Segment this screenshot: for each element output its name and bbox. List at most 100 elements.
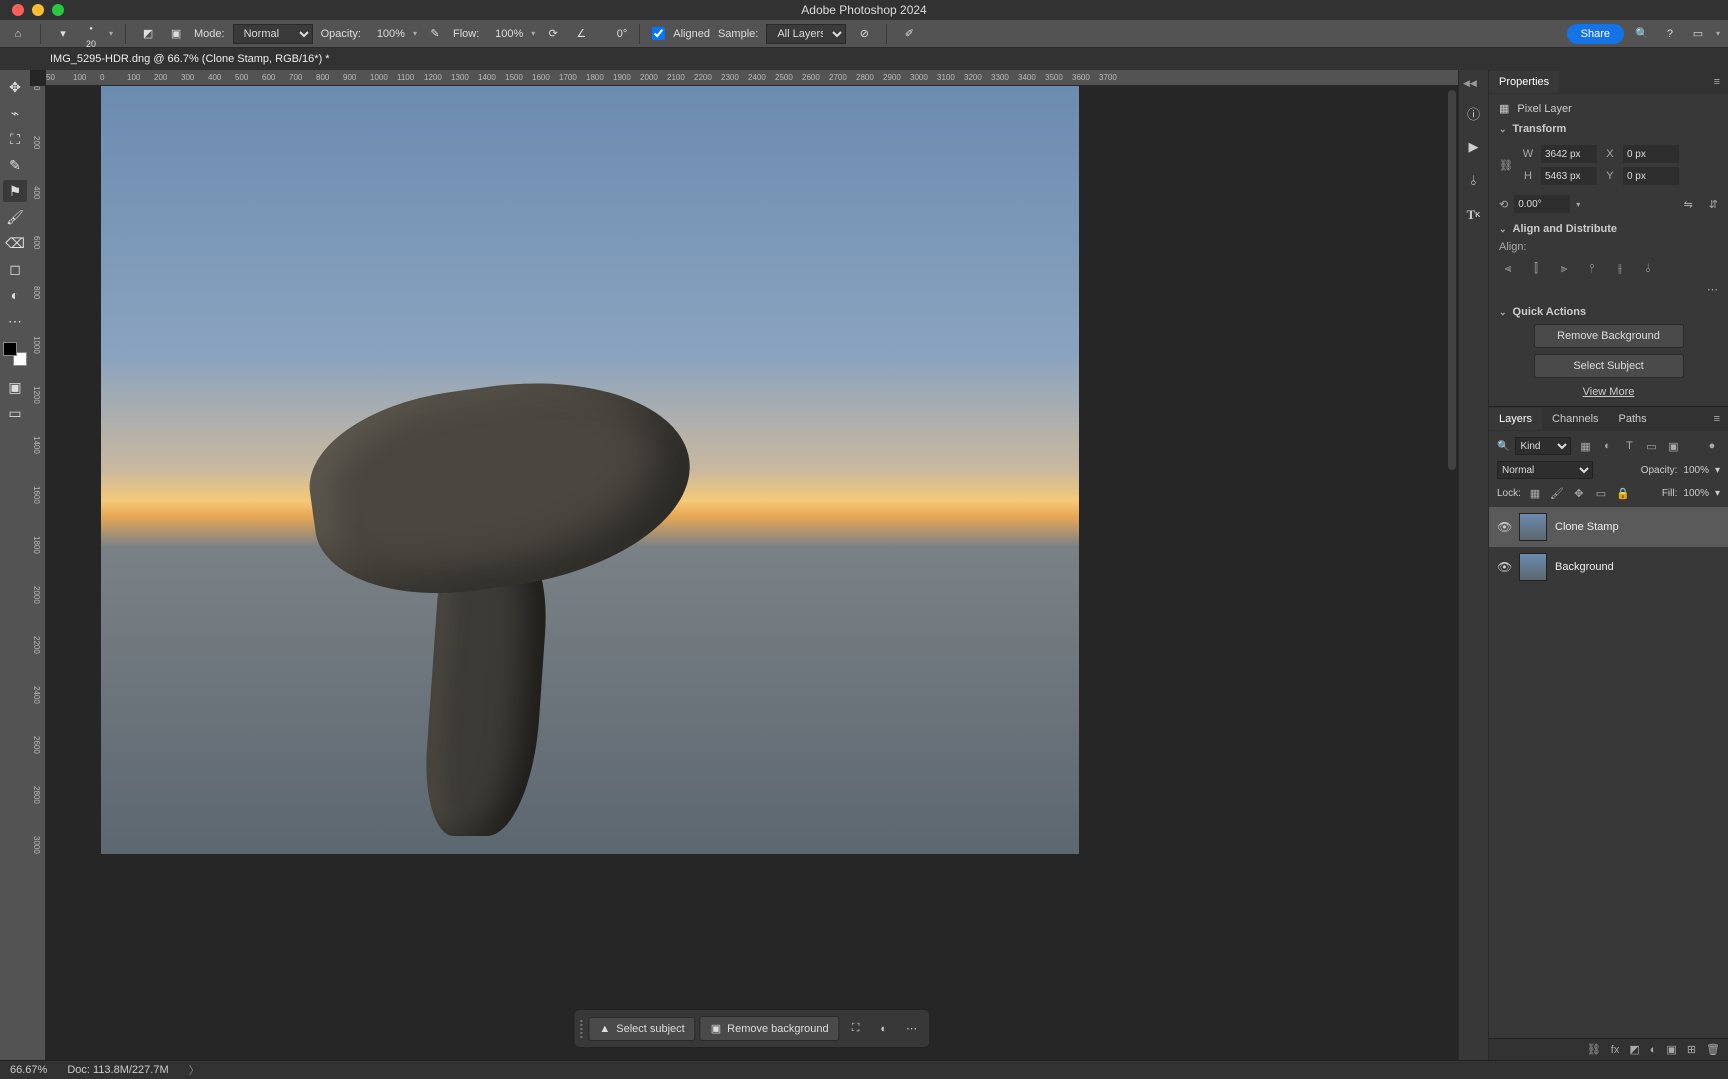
new-layer-icon[interactable]: ⊞ — [1687, 1043, 1696, 1056]
properties-menu-icon[interactable]: ≡ — [1706, 76, 1728, 88]
quickmask-icon[interactable]: ▣ — [3, 376, 27, 398]
filter-pixel-icon[interactable]: ▦ — [1577, 438, 1593, 454]
doc-size[interactable]: Doc: 113.8M/227.7M — [67, 1064, 168, 1076]
vertical-ruler[interactable]: 0200400600800100012001400160018002000220… — [30, 86, 46, 1060]
zoom-level[interactable]: 66.67% — [10, 1064, 47, 1076]
gradient-tool-icon[interactable]: ◐ — [3, 284, 27, 306]
adjustments-panel-icon[interactable]: ⫰ — [1464, 171, 1484, 191]
opacity-chevron-icon[interactable]: ▾ — [413, 29, 417, 38]
layer-mask-icon[interactable]: ◩ — [1629, 1043, 1639, 1056]
layer-blend-select[interactable]: Normal — [1497, 461, 1593, 479]
layers-menu-icon[interactable]: ≡ — [1706, 413, 1728, 425]
marquee-tool-icon[interactable]: ◻ — [3, 258, 27, 280]
move-tool-icon[interactable]: ✥ — [3, 76, 27, 98]
flow-input[interactable] — [487, 28, 523, 40]
new-group-icon[interactable]: ▣ — [1666, 1043, 1676, 1056]
layer-name[interactable]: Background — [1555, 561, 1614, 573]
align-bottom-icon[interactable]: ⫰ — [1639, 259, 1657, 277]
filter-smart-icon[interactable]: ▣ — [1665, 438, 1681, 454]
transform-section-header[interactable]: ⌄Transform — [1499, 123, 1718, 135]
flip-horizontal-icon[interactable]: ⇋ — [1684, 198, 1693, 211]
blend-mode-select[interactable]: Normal — [233, 24, 313, 44]
tab-paths[interactable]: Paths — [1609, 408, 1657, 430]
lock-pixels-icon[interactable]: 🖌 — [1549, 485, 1565, 501]
width-input[interactable] — [1541, 145, 1597, 163]
drag-handle-icon[interactable] — [580, 1020, 584, 1038]
height-input[interactable] — [1541, 167, 1597, 185]
angle-input[interactable] — [599, 28, 627, 40]
filter-adjust-icon[interactable]: ◐ — [1599, 438, 1615, 454]
brush-picker-chevron-icon[interactable]: ▾ — [109, 29, 113, 38]
view-more-link[interactable]: View More — [1499, 386, 1718, 398]
layer-thumbnail[interactable] — [1519, 513, 1547, 541]
remove-background-button[interactable]: ▣Remove background — [700, 1016, 840, 1041]
align-right-icon[interactable]: ⫸ — [1555, 259, 1573, 277]
help-icon[interactable]: ? — [1660, 24, 1680, 44]
link-wh-icon[interactable]: ⛓ — [1499, 159, 1513, 172]
layer-thumbnail[interactable] — [1519, 553, 1547, 581]
layer-row[interactable]: 👁 Background — [1489, 547, 1728, 587]
align-left-icon[interactable]: ⫷ — [1499, 259, 1517, 277]
document-tab[interactable]: IMG_5295-HDR.dng @ 66.7% (Clone Stamp, R… — [40, 49, 340, 69]
lock-position-icon[interactable]: ✥ — [1571, 485, 1587, 501]
brush-preview-icon[interactable]: ● — [81, 19, 101, 39]
select-subject-button[interactable]: ▲Select subject — [588, 1017, 695, 1041]
angle-icon[interactable]: ∠ — [571, 24, 591, 44]
visibility-icon[interactable]: 👁 — [1497, 520, 1511, 534]
new-adjustment-icon[interactable]: ◐ — [1650, 1044, 1657, 1056]
lasso-tool-icon[interactable]: ⌁ — [3, 102, 27, 124]
flow-chevron-icon[interactable]: ▾ — [531, 29, 535, 38]
foreground-color-icon[interactable] — [3, 342, 17, 356]
brush-tool-icon[interactable]: 🖌 — [3, 206, 27, 228]
filter-type-icon[interactable]: T — [1621, 438, 1637, 454]
clone-stamp-tool-icon[interactable]: ⚑ — [3, 180, 27, 202]
eraser-tool-icon[interactable]: ⌫ — [3, 232, 27, 254]
pressure-opacity-icon[interactable]: ✎ — [425, 24, 445, 44]
layer-opacity-chevron-icon[interactable]: ▾ — [1715, 465, 1720, 476]
visibility-icon[interactable]: 👁 — [1497, 560, 1511, 574]
quick-actions-header[interactable]: ⌄Quick Actions — [1499, 306, 1718, 318]
vertical-scrollbar[interactable] — [1448, 90, 1456, 470]
brush-settings-icon[interactable]: ◩ — [138, 24, 158, 44]
search-icon[interactable]: 🔍 — [1632, 24, 1652, 44]
aligned-checkbox[interactable] — [652, 27, 665, 40]
align-top-icon[interactable]: ⫯ — [1583, 259, 1601, 277]
eyedropper-tool-icon[interactable]: ✎ — [3, 154, 27, 176]
typography-panel-icon[interactable]: TK — [1464, 205, 1484, 225]
more-tools-icon[interactable]: ⋯ — [3, 310, 27, 332]
tab-channels[interactable]: Channels — [1542, 408, 1608, 430]
screenmode-icon[interactable]: ▭ — [3, 402, 27, 424]
document-canvas[interactable] — [101, 86, 1079, 854]
workspace-icon[interactable]: ▭ — [1688, 24, 1708, 44]
angle-chevron-icon[interactable]: ▾ — [1576, 200, 1580, 209]
layer-name[interactable]: Clone Stamp — [1555, 521, 1619, 533]
more-actions-icon[interactable]: ⋯ — [900, 1017, 924, 1041]
fill-value[interactable]: 100% — [1683, 488, 1709, 499]
play-panel-icon[interactable]: ▶ — [1464, 137, 1484, 157]
status-chevron-icon[interactable]: 〉 — [189, 1062, 200, 1078]
lock-all-icon[interactable]: 🔒 — [1615, 485, 1631, 501]
sample-select[interactable]: All Layers — [766, 24, 846, 44]
tab-layers[interactable]: Layers — [1489, 408, 1542, 430]
fill-chevron-icon[interactable]: ▾ — [1715, 488, 1720, 499]
link-layers-icon[interactable]: ⛓ — [1587, 1043, 1601, 1056]
layer-opacity-value[interactable]: 100% — [1683, 465, 1709, 476]
maximize-window-icon[interactable] — [52, 4, 64, 16]
align-vcenter-icon[interactable]: ⫲ — [1611, 259, 1629, 277]
pressure-size-icon[interactable]: ✐ — [899, 24, 919, 44]
ignore-adjustment-icon[interactable]: ⊘ — [854, 24, 874, 44]
color-swatches[interactable] — [3, 342, 27, 366]
filter-kind-select[interactable]: Kind — [1515, 437, 1571, 455]
opacity-input[interactable] — [369, 28, 405, 40]
minimize-window-icon[interactable] — [32, 4, 44, 16]
tool-preset-icon[interactable]: ▾ — [53, 24, 73, 44]
crop-action-icon[interactable]: ⛶ — [844, 1017, 868, 1041]
qa-remove-background-button[interactable]: Remove Background — [1534, 324, 1684, 348]
expand-panels-icon[interactable]: ◀◀ — [1463, 78, 1477, 89]
filter-toggle-icon[interactable]: ● — [1704, 438, 1720, 454]
tab-properties[interactable]: Properties — [1489, 71, 1559, 93]
align-more-icon[interactable]: ⋯ — [1499, 283, 1718, 296]
clone-panel-icon[interactable]: ▣ — [166, 24, 186, 44]
x-input[interactable] — [1623, 145, 1679, 163]
canvas-viewport[interactable]: ▲Select subject ▣Remove background ⛶ ◐ ⋯ — [46, 86, 1458, 1060]
